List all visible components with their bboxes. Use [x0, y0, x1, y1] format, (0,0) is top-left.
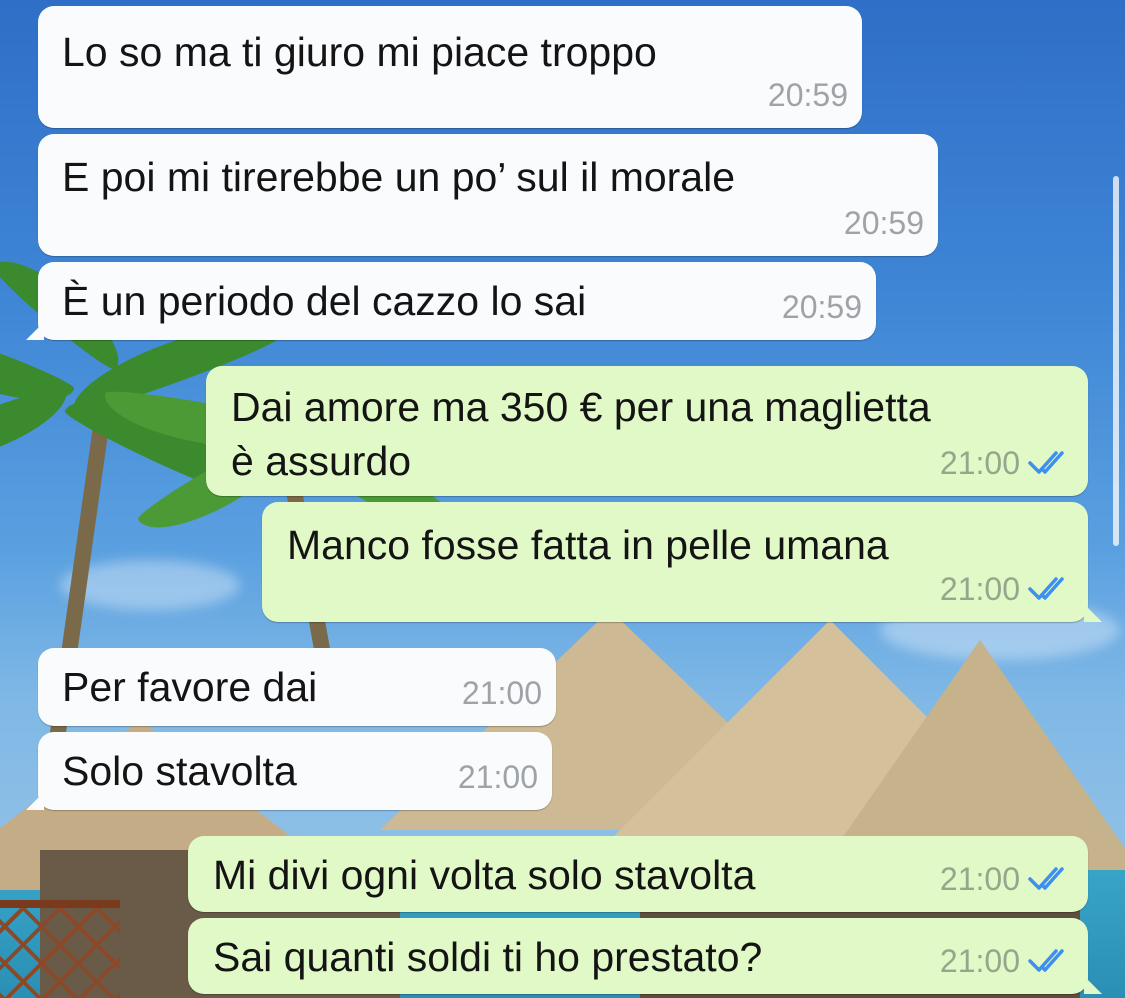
bubble-tail: [1084, 976, 1102, 994]
incoming-message-bubble[interactable]: Solo stavolta 21:00: [26, 732, 552, 810]
double-check-icon: [1028, 451, 1064, 474]
message-text: E poi mi tirerebbe un po’ sul il morale: [62, 154, 736, 200]
message-text: Per favore dai: [62, 664, 318, 710]
message-text: Manco fosse fatta in pelle umana: [287, 522, 889, 568]
message-text: Dai amore ma 350 € per una maglietta è a…: [231, 384, 931, 484]
message-timestamp: 21:00: [939, 943, 1020, 979]
message-timestamp: 21:00: [939, 445, 1020, 481]
message-timestamp: 20:59: [767, 77, 848, 113]
double-check-icon: [1028, 867, 1064, 890]
outgoing-message-bubble[interactable]: Sai quanti soldi ti ho prestato? 21:00: [188, 918, 1102, 994]
message-timestamp: 20:59: [781, 289, 862, 325]
bubble-tail: [26, 322, 44, 340]
double-check-icon: [1028, 949, 1064, 972]
outgoing-message-bubble[interactable]: Mi divi ogni volta solo stavolta 21:00: [188, 836, 1088, 912]
message-text: È un periodo del cazzo lo sai: [62, 278, 587, 324]
bubble-tail: [26, 792, 44, 810]
outgoing-message-bubble[interactable]: Dai amore ma 350 € per una maglietta è a…: [206, 366, 1088, 496]
message-timestamp: 21:00: [461, 675, 542, 711]
message-timestamp: 21:00: [939, 571, 1020, 607]
chat-scrollbar[interactable]: [1113, 176, 1119, 546]
message-timestamp: 21:00: [939, 861, 1020, 897]
message-text: Solo stavolta: [62, 748, 297, 794]
outgoing-message-bubble[interactable]: Manco fosse fatta in pelle umana 21:00: [262, 502, 1102, 622]
incoming-message-bubble[interactable]: E poi mi tirerebbe un po’ sul il morale …: [38, 134, 938, 256]
incoming-message-bubble[interactable]: È un periodo del cazzo lo sai 20:59: [26, 262, 876, 340]
message-timestamp: 21:00: [457, 759, 538, 795]
incoming-message-bubble[interactable]: Lo so ma ti giuro mi piace troppo 20:59: [38, 6, 862, 128]
bubble-tail: [1084, 604, 1102, 622]
message-text: Mi divi ogni volta solo stavolta: [213, 852, 756, 898]
double-check-icon: [1028, 577, 1064, 600]
message-text: Lo so ma ti giuro mi piace troppo: [62, 29, 657, 75]
message-text: Sai quanti soldi ti ho prestato?: [213, 934, 763, 980]
incoming-message-bubble[interactable]: Per favore dai 21:00: [38, 648, 556, 726]
message-timestamp: 20:59: [843, 205, 924, 241]
